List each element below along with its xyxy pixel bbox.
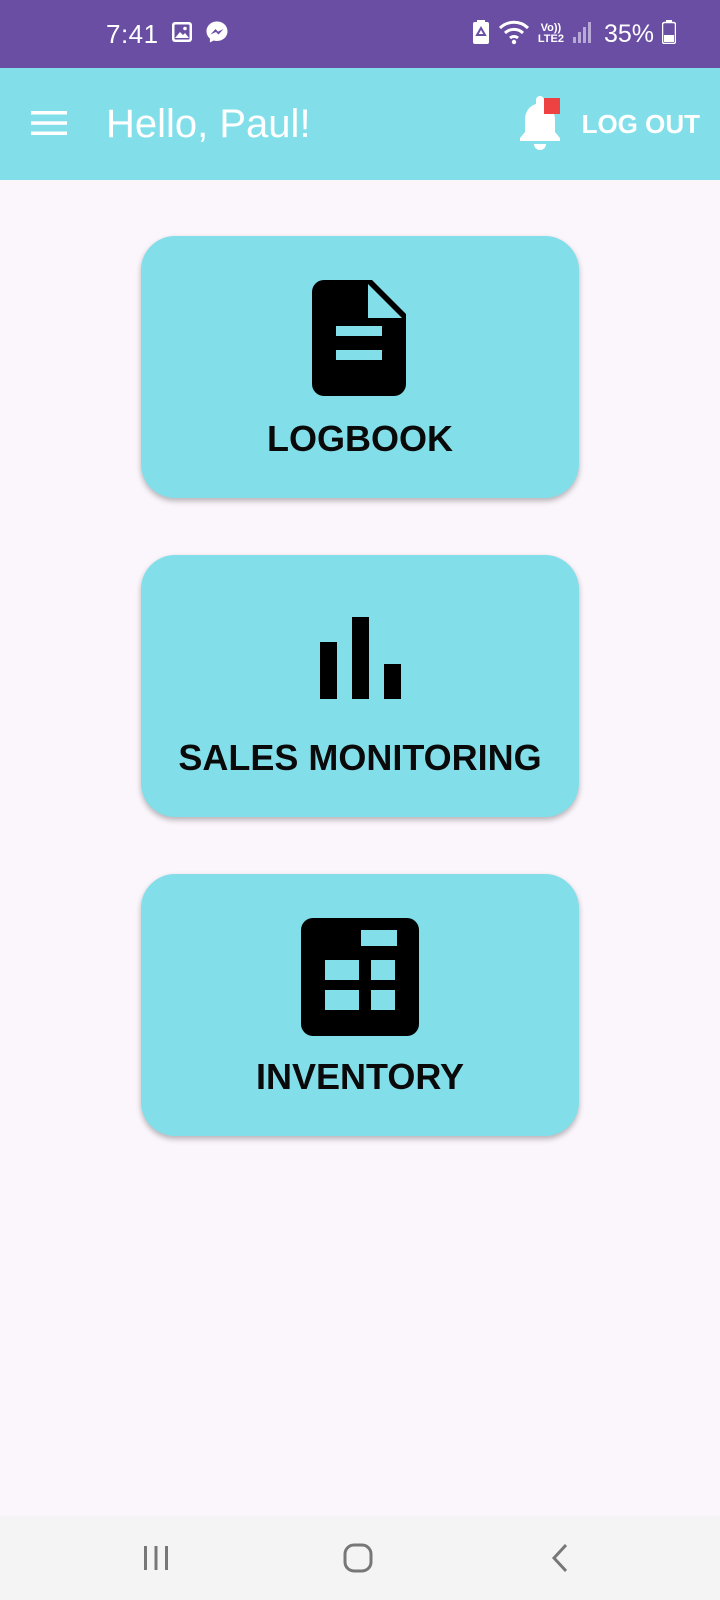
home-button[interactable] [336, 1536, 380, 1580]
back-button[interactable] [538, 1536, 582, 1580]
wifi-icon [498, 19, 530, 50]
home-icon [343, 1543, 373, 1573]
recent-apps-button[interactable] [134, 1536, 178, 1580]
battery-icon [661, 19, 677, 49]
signal-icon [572, 20, 592, 49]
recycle-battery-icon [472, 19, 490, 50]
inventory-label: INVENTORY [255, 1056, 465, 1097]
sales-monitoring-label: SALES MONITORING [178, 737, 542, 778]
notification-badge [544, 98, 560, 114]
document-icon [141, 280, 579, 398]
main-content: LOGBOOK SALES MONITORING INVENTORY [0, 180, 720, 1516]
notifications-button[interactable] [514, 96, 566, 152]
logout-button[interactable]: LOG OUT [582, 68, 700, 180]
volte-bottom-label: LTE2 [537, 33, 564, 45]
inventory-card-button[interactable]: INVENTORY [141, 874, 579, 1136]
system-nav-bar [0, 1516, 720, 1600]
status-bar: 7:41 Vo)) LTE2 35% [0, 0, 720, 68]
status-right: Vo)) LTE2 35% [472, 0, 677, 68]
table-icon [141, 918, 579, 1036]
back-chevron-icon [551, 1543, 568, 1573]
recent-apps-icon [144, 1546, 168, 1570]
battery-percent: 35% [603, 19, 654, 48]
page-title: Hello, Paul! [106, 102, 311, 146]
logbook-card-button[interactable]: LOGBOOK [141, 236, 579, 498]
status-left: 7:41 [106, 0, 229, 68]
hamburger-icon [31, 111, 67, 135]
bar-chart-icon [141, 599, 579, 699]
sales-monitoring-card-button[interactable]: SALES MONITORING [141, 555, 579, 817]
logbook-label: LOGBOOK [267, 418, 453, 459]
status-time: 7:41 [106, 18, 159, 49]
gallery-notification-icon [171, 21, 193, 48]
hamburger-menu-button[interactable] [26, 100, 72, 146]
app-bar: Hello, Paul! LOG OUT [0, 68, 720, 180]
messenger-notification-icon [205, 20, 229, 49]
volte-indicator: Vo)) LTE2 [538, 23, 564, 45]
